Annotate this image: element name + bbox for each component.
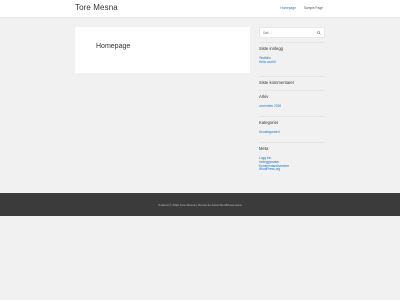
widget-title: Siste innlegg [259,46,283,51]
category-link[interactable]: Uncategorized [259,130,280,135]
recent-comments-widget: Siste kommentarer [259,80,294,85]
site-title[interactable]: Tore Mesna [75,3,118,12]
sidebar: Siste innlegg Testfolio Hello world! Sis… [259,27,325,171]
widget-title: Arkiv [259,94,269,99]
page-content: Homepage [75,27,250,73]
sidebar-divider [259,90,325,91]
widget-title: Siste kommentarer [259,80,295,85]
meta-link-wordpress[interactable]: WordPress.org [259,168,289,172]
nav-item-sample-page[interactable]: Sample Page [300,6,327,10]
widget-title: Kategorier [259,120,279,125]
archives-widget: Arkiv november 2020 [259,94,281,109]
sidebar-divider [259,42,325,43]
sidebar-divider [259,116,325,117]
site-header: Tore Mesna Homepage Sample Page [0,0,400,18]
meta-widget: Meta Logg inn Innleggsmater Kommentarstr… [259,146,289,172]
recent-post-link[interactable]: Hello world! [259,60,283,65]
search-icon[interactable] [317,31,321,35]
categories-widget: Kategorier Uncategorized [259,120,280,135]
widget-title: Meta [259,146,269,151]
sidebar-divider [259,142,325,143]
archive-link[interactable]: november 2020 [259,104,281,109]
primary-nav: Homepage Sample Page [276,6,327,10]
footer-copyright: Kopirett © 2022 Tore Mesna | Drevet av A… [158,203,242,207]
page-title: Homepage [96,43,131,50]
search-form [259,27,325,38]
site-footer: Kopirett © 2022 Tore Mesna | Drevet av A… [0,193,400,216]
nav-item-homepage[interactable]: Homepage [276,6,300,10]
search-input[interactable] [263,30,313,35]
recent-posts-widget: Siste innlegg Testfolio Hello world! [259,46,283,65]
sidebar-divider [259,76,325,77]
